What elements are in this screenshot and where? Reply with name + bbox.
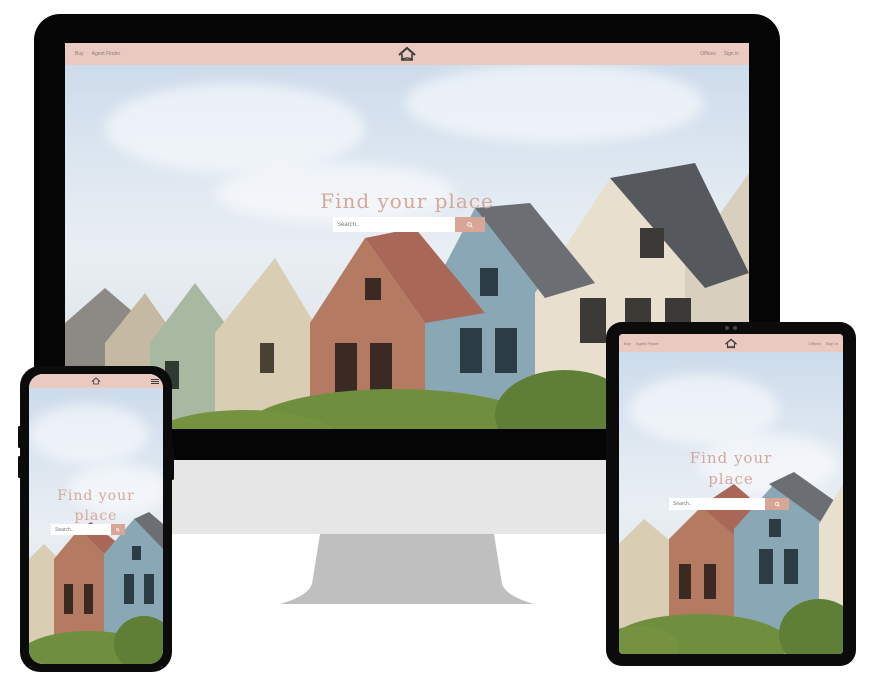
tablet-screen: Buy Agent Finder Offices Sign in Find yo…: [619, 334, 843, 654]
search-icon: [116, 527, 120, 532]
search-icon: [467, 221, 473, 228]
hero-title: Find your place: [57, 488, 135, 524]
nav-link-sign-in[interactable]: Sign in: [724, 51, 739, 57]
tablet-camera: [722, 326, 740, 331]
phone-navbar: [29, 374, 163, 388]
search-input[interactable]: [669, 498, 765, 510]
hamburger-menu-icon[interactable]: [151, 378, 159, 384]
nav-link-offices[interactable]: Offices: [700, 51, 715, 57]
search-button[interactable]: [455, 217, 485, 232]
hero-background-image: [619, 334, 843, 654]
search-input[interactable]: [333, 217, 455, 232]
phone-side-button: [171, 446, 174, 480]
search-bar: [333, 217, 485, 232]
hero-title: Find your place: [689, 449, 773, 488]
monitor-stand: [280, 534, 534, 604]
tablet-device: Buy Agent Finder Offices Sign in Find yo…: [606, 322, 856, 666]
house-logo-icon[interactable]: [91, 377, 101, 385]
house-logo-icon[interactable]: [398, 46, 416, 62]
search-bar: [669, 498, 789, 510]
nav-link-offices[interactable]: Offices: [808, 341, 820, 346]
nav-link-agent-finder[interactable]: Agent Finder: [636, 341, 659, 346]
house-logo-icon[interactable]: [725, 337, 738, 349]
search-button[interactable]: [111, 524, 125, 535]
phone-side-button: [18, 426, 21, 448]
search-input[interactable]: [51, 524, 111, 535]
hero-title: Find your place: [320, 189, 494, 213]
desktop-navbar: Buy Agent Finder Offices Sign in: [65, 43, 749, 65]
search-button[interactable]: [765, 498, 789, 510]
search-bar: [51, 524, 125, 535]
phone-screen: Find your place: [29, 374, 163, 664]
tablet-navbar: Buy Agent Finder Offices Sign in: [619, 334, 843, 352]
nav-link-buy[interactable]: Buy: [75, 51, 84, 57]
search-icon: [774, 501, 780, 507]
nav-link-agent-finder[interactable]: Agent Finder: [92, 51, 121, 57]
phone-side-button: [18, 456, 21, 478]
nav-link-buy[interactable]: Buy: [624, 341, 631, 346]
nav-link-sign-in[interactable]: Sign in: [826, 341, 838, 346]
phone-device: Find your place: [18, 366, 174, 672]
